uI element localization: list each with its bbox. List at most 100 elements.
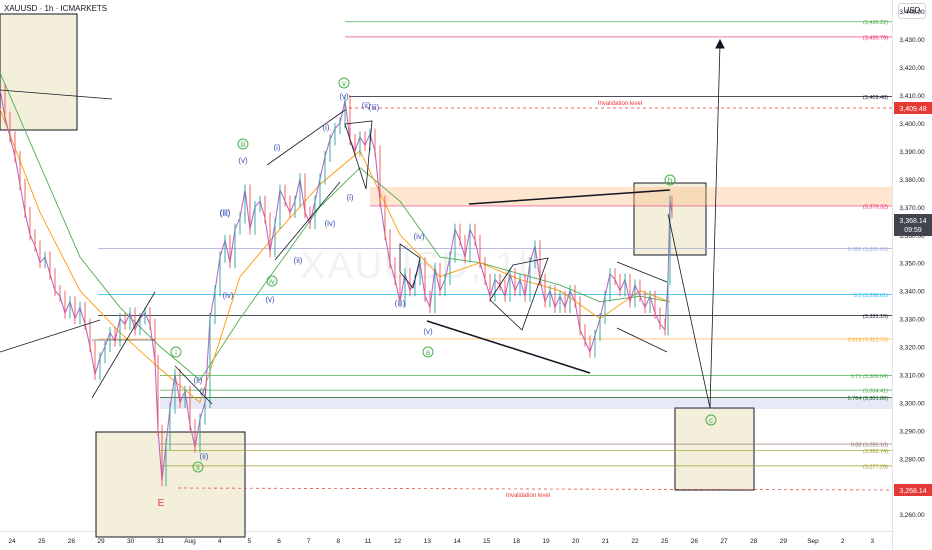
support-zone [160, 397, 892, 409]
wave-structure-lines [0, 38, 893, 491]
wave-label: (v) [339, 92, 349, 101]
wave-label: (ii) [194, 376, 203, 385]
time-axis-tick: 18 [513, 538, 521, 545]
price-label-invalidation-top: 3,409.48 [899, 106, 926, 113]
price-axis-tick: 3,340.00 [899, 289, 925, 296]
time-axis-tick: 28 [68, 538, 76, 545]
time-axis-tick: 19 [542, 538, 550, 545]
invalidation-label-bottom: Invalidation level [506, 493, 550, 499]
price-axis-tick: 3,350.00 [899, 261, 925, 268]
wave-label: (iii) [395, 299, 406, 308]
price-label-current: 3,368.14 [899, 218, 926, 225]
range-box-top-left [0, 13, 78, 131]
wave-label: (ii) [200, 452, 209, 461]
time-axis-tick: 29 [97, 538, 105, 545]
wave-label: (iv) [413, 232, 424, 241]
level-label: 0.88 (3,285.10) [851, 443, 888, 449]
price-axis-tick: 3,320.00 [899, 345, 925, 352]
wave-label: iii [240, 140, 246, 149]
wave-label: v [342, 79, 346, 88]
price-chart[interactable]: (3,436.22) (3,430.79) (3,409.48) (3,370.32)… [0, 0, 932, 550]
level-label: (3,282.74) [863, 449, 888, 455]
price-axis-tick: 3,430.00 [899, 37, 925, 44]
wave-label: a [426, 348, 431, 357]
time-axis-tick: 4 [218, 538, 222, 545]
wave-label: (iv) [222, 291, 233, 300]
price-line [0, 89, 673, 481]
level-label: 0.5 (3,338.61) [854, 293, 888, 299]
price-axis-tick: 3,280.00 [899, 456, 925, 463]
level-label: 0.764 (3,301.80) [848, 396, 889, 402]
time-axis-tick: 20 [572, 538, 580, 545]
wave-label: b [668, 176, 673, 185]
level-label: 0.71 (3,309.64) [851, 374, 888, 380]
wave-label: (i) [199, 387, 206, 396]
time-axis-tick: 27 [720, 538, 728, 545]
time-axis-tick: 31 [157, 538, 165, 545]
wave-label: (v) [423, 327, 433, 336]
time-axis-tick: 3 [871, 538, 875, 545]
time-axis-tick: 14 [453, 538, 461, 545]
time-axis-tick: Sep [807, 538, 819, 545]
level-label: (3,409.48) [863, 95, 888, 101]
time-axis-tick: 7 [307, 538, 311, 545]
time-axis-tick: 13 [424, 538, 432, 545]
time-axis-tick: 15 [483, 538, 491, 545]
time-axis-tick: 6 [277, 538, 281, 545]
price-axis-tick: 3,310.00 [899, 372, 925, 379]
level-label: (3,331.15) [863, 314, 888, 320]
wave-label: (ii) [294, 256, 303, 265]
price-axis-tick: 3,400.00 [899, 121, 925, 128]
price-label-invalidation-bottom: 3,268.14 [899, 488, 926, 495]
wave-label: (v) [238, 156, 248, 165]
time-axis-tick: 25 [661, 538, 669, 545]
time-axis-tick: 26 [691, 538, 699, 545]
wave-label: (v) [265, 295, 275, 304]
ma-fast-line [0, 108, 671, 404]
wave-label: c [709, 416, 713, 425]
price-axis-tick: 3,330.00 [899, 317, 925, 324]
price-axis-tick: 3,380.00 [899, 177, 925, 184]
time-axis-tick: 2 [841, 538, 845, 545]
level-label: (3,304.41) [863, 389, 888, 395]
wave-label: ii [196, 463, 200, 472]
target-box-c [674, 407, 755, 491]
price-axis-tick: 3,370.00 [899, 205, 925, 212]
wave-label: (iv) [324, 219, 335, 228]
time-axis-tick: 5 [248, 538, 252, 545]
time-axis-tick: 24 [8, 538, 16, 545]
price-axis-tick: 3,440.00 [899, 9, 925, 16]
wave-label: (i) [346, 193, 353, 202]
level-label: (3,277.29) [863, 464, 888, 470]
level-label: 0.618 (3,322.73) [848, 337, 889, 343]
range-box-bottom-left [95, 431, 246, 538]
time-axis-tick: Aug [184, 538, 196, 545]
wave-label: (i) [273, 143, 280, 152]
price-axis-tick: 3,260.00 [899, 512, 925, 519]
time-axis-tick: 29 [780, 538, 788, 545]
price-axis-tick: 3,410.00 [899, 93, 925, 100]
wave-label: i [175, 348, 177, 357]
time-axis-tick: 11 [365, 538, 372, 545]
level-label: (3,430.79) [863, 35, 888, 41]
level-label: (3,370.32) [863, 204, 888, 210]
price-label-countdown: 09:59 [904, 227, 922, 234]
time-axis-tick: 28 [750, 538, 758, 545]
wave-label: iv [269, 277, 275, 286]
time-axis-tick: 12 [394, 538, 402, 545]
time-axis-tick: 21 [602, 538, 610, 545]
level-label: (3,436.22) [863, 20, 888, 26]
price-axis-tick: 3,390.00 [899, 149, 925, 156]
price-axis-tick: 3,420.00 [899, 65, 925, 72]
wave-label: (i) [322, 123, 329, 132]
time-axis-tick: 30 [127, 538, 135, 545]
time-axis-tick: 22 [631, 538, 639, 545]
resistance-zone [370, 187, 892, 205]
invalidation-label-top: Invalidation level [598, 101, 642, 107]
price-axis-tick: 3,290.00 [899, 428, 925, 435]
time-axis-tick: 25 [38, 538, 46, 545]
price-axis-tick: 3,300.00 [899, 400, 925, 407]
level-label: 0.382 (3,355.05) [848, 247, 889, 253]
time-axis-tick: 8 [337, 538, 341, 545]
wave-label: (ii) [362, 101, 371, 110]
